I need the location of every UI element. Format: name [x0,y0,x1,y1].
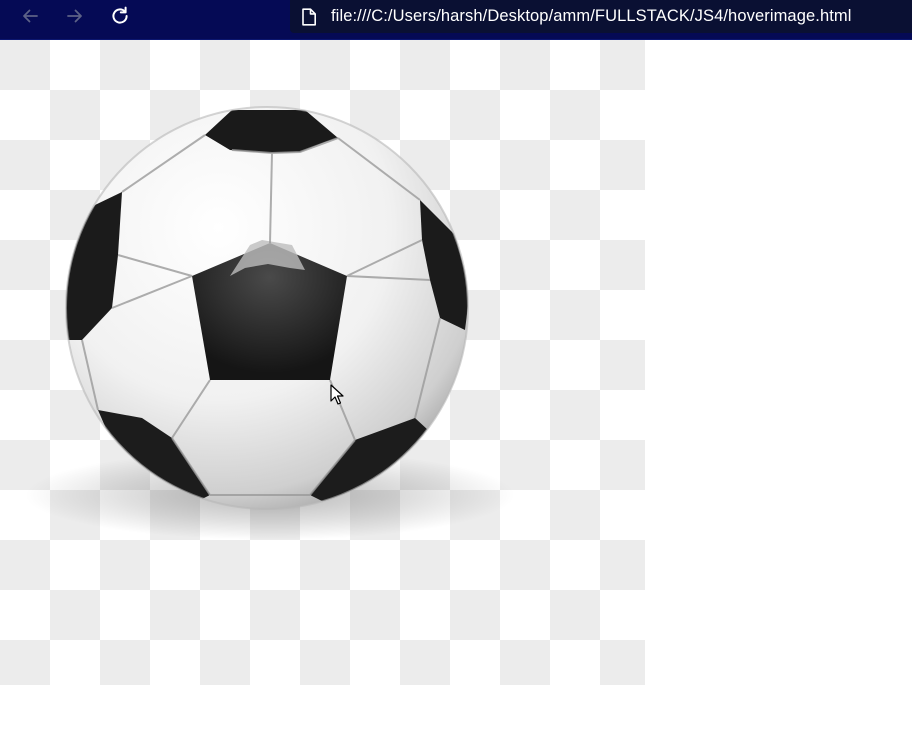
forward-button[interactable] [57,0,93,32]
back-button[interactable] [12,0,48,32]
arrow-left-icon [23,9,38,23]
page-viewport [0,40,912,745]
mouse-cursor-icon [330,384,344,405]
arrow-right-icon [67,9,82,23]
soccer-ball-image[interactable] [0,40,645,685]
reload-button[interactable] [102,0,138,32]
address-bar[interactable]: file:///C:/Users/harsh/Desktop/amm/FULLS… [290,0,912,33]
reload-icon [112,6,128,24]
url-text[interactable]: file:///C:/Users/harsh/Desktop/amm/FULLS… [331,7,852,26]
file-icon [300,7,318,26]
browser-toolbar: file:///C:/Users/harsh/Desktop/amm/FULLS… [0,0,912,40]
